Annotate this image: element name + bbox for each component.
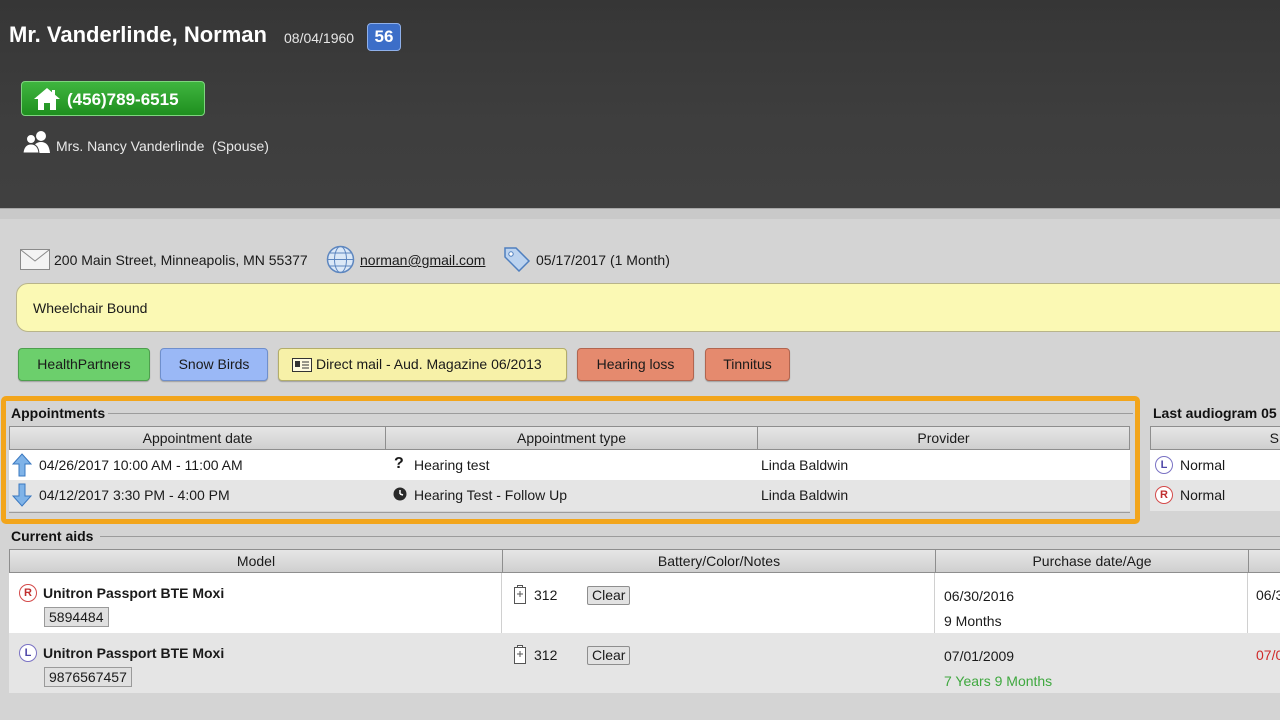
house-icon xyxy=(34,88,60,110)
header-divider xyxy=(0,208,1280,219)
aid-model: Unitron Passport BTE Moxi xyxy=(43,585,225,601)
column-appointment-type[interactable]: Appointment type xyxy=(385,426,758,450)
column-appointment-date[interactable]: Appointment date xyxy=(9,426,386,450)
email-link[interactable]: norman@gmail.com xyxy=(360,252,485,268)
aid-row[interactable]: R Unitron Passport BTE Moxi 5894484 312 … xyxy=(9,573,1280,633)
appointments-group-line xyxy=(108,413,1133,414)
appointment-type: Hearing test xyxy=(414,457,490,473)
appointments-title: Appointments xyxy=(11,405,106,421)
aid-serial: 5894484 xyxy=(44,607,109,627)
right-ear-badge: R xyxy=(1155,486,1173,504)
tag-icon xyxy=(504,247,531,272)
people-icon xyxy=(22,131,50,154)
appointment-row[interactable]: 04/26/2017 10:00 AM - 11:00 AM ? Hearing… xyxy=(9,450,1130,480)
right-ear-badge: R xyxy=(19,584,37,602)
envelope-icon xyxy=(20,249,50,270)
question-mark-icon: ? xyxy=(394,455,404,472)
aid-age: 7 Years 9 Months xyxy=(944,673,1053,689)
column-provider[interactable]: Provider xyxy=(757,426,1130,450)
current-aids-group-line xyxy=(100,536,1280,537)
audiogram-result: Normal xyxy=(1180,457,1226,473)
aid-purchase-date: 06/30/2016 xyxy=(944,588,1015,604)
appointment-provider: Linda Baldwin xyxy=(761,457,849,473)
contact-name[interactable]: Mrs. Nancy Vanderlinde (Spouse) xyxy=(56,138,269,154)
aid-age: 9 Months xyxy=(944,613,1002,629)
audiogram-result: Normal xyxy=(1180,487,1226,503)
alert-text: Wheelchair Bound xyxy=(33,300,148,316)
arrow-up-icon xyxy=(12,453,32,477)
appointment-date: 04/26/2017 10:00 AM - 11:00 AM xyxy=(39,457,243,473)
aid-extra-date: 07/0 xyxy=(1256,647,1280,663)
clear-button[interactable]: Clear xyxy=(587,646,631,665)
left-ear-badge: L xyxy=(19,644,37,662)
column-divider xyxy=(1247,573,1248,633)
aid-purchase-date: 07/01/2009 xyxy=(944,648,1015,664)
audiogram-row[interactable]: L Normal xyxy=(1150,450,1280,480)
appointments-bottom-line xyxy=(9,512,1130,513)
tag-direct-mail-label: Direct mail - Aud. Magazine 06/2013 xyxy=(316,356,542,372)
audiogram-row[interactable]: R Normal xyxy=(1150,480,1280,511)
appointment-row[interactable]: 04/12/2017 3:30 PM - 4:00 PM Hearing Tes… xyxy=(9,480,1130,511)
patient-name: Mr. Vanderlinde, Norman xyxy=(9,22,267,47)
appointment-provider: Linda Baldwin xyxy=(761,487,849,503)
patient-header: Mr. Vanderlinde, Norman 08/04/1960 56 (4… xyxy=(0,0,1280,208)
current-aids-title: Current aids xyxy=(11,528,94,544)
tag-snow-birds[interactable]: Snow Birds xyxy=(160,348,268,381)
tag-date: 05/17/2017 (1 Month) xyxy=(536,252,670,268)
clear-button[interactable]: Clear xyxy=(587,586,631,605)
column-purchase-date-age[interactable]: Purchase date/Age xyxy=(935,549,1249,573)
tag-direct-mail[interactable]: Direct mail - Aud. Magazine 06/2013 xyxy=(278,348,567,381)
id-card-icon xyxy=(292,358,312,372)
aid-serial: 9876567457 xyxy=(44,667,132,687)
column-model[interactable]: Model xyxy=(9,549,503,573)
battery-icon xyxy=(514,585,526,604)
age-badge: 56 xyxy=(367,23,401,51)
aid-row[interactable]: L Unitron Passport BTE Moxi 9876567457 3… xyxy=(9,633,1280,693)
battery-icon xyxy=(514,645,526,664)
phone-button[interactable]: (456)789-6515 xyxy=(21,81,205,116)
aid-model: Unitron Passport BTE Moxi xyxy=(43,645,225,661)
phone-number: (456)789-6515 xyxy=(67,90,179,109)
left-ear-badge: L xyxy=(1155,456,1173,474)
column-extra[interactable] xyxy=(1248,549,1280,573)
alert-box[interactable]: Wheelchair Bound xyxy=(16,283,1280,332)
audiogram-title: Last audiogram 05 xyxy=(1153,405,1277,421)
clock-icon xyxy=(393,487,407,501)
audiogram-column[interactable]: S xyxy=(1150,426,1280,450)
column-divider xyxy=(934,573,935,633)
address: 200 Main Street, Minneapolis, MN 55377 xyxy=(54,252,308,268)
aid-battery: 312 xyxy=(534,587,558,603)
appointment-type: Hearing Test - Follow Up xyxy=(414,487,568,503)
arrow-down-icon xyxy=(12,483,32,507)
tag-hearing-loss[interactable]: Hearing loss xyxy=(577,348,694,381)
aid-battery: 312 xyxy=(534,647,558,663)
tag-healthpartners[interactable]: HealthPartners xyxy=(18,348,150,381)
appointment-date: 04/12/2017 3:30 PM - 4:00 PM xyxy=(39,487,230,503)
aid-extra-date: 06/3 xyxy=(1256,587,1280,603)
patient-dob: 08/04/1960 xyxy=(284,30,355,46)
column-battery-color-notes[interactable]: Battery/Color/Notes xyxy=(502,549,936,573)
column-divider xyxy=(501,573,502,633)
tag-tinnitus[interactable]: Tinnitus xyxy=(705,348,790,381)
globe-icon xyxy=(326,245,355,274)
